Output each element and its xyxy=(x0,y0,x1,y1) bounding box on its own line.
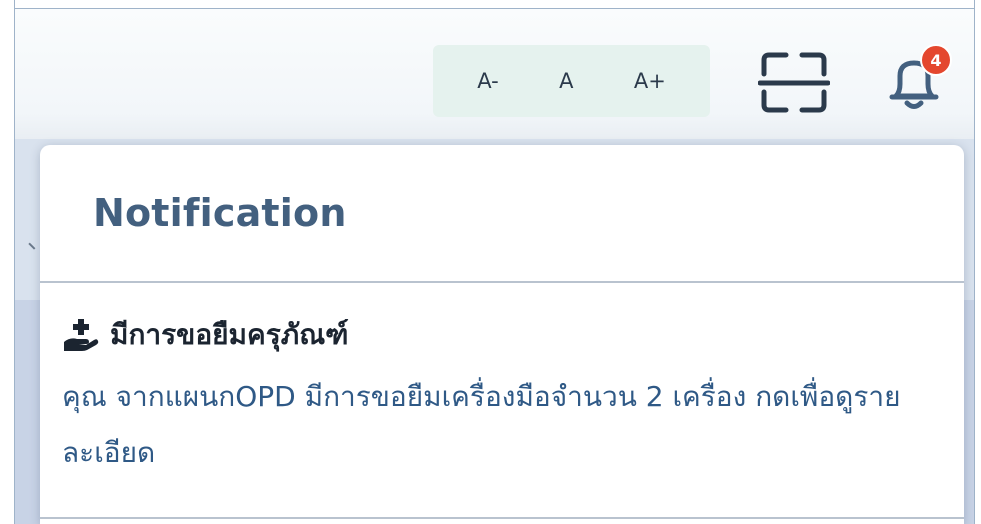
font-decrease-button[interactable]: A- xyxy=(469,65,506,97)
notification-count-badge: 4 xyxy=(920,44,952,76)
frame-border-top xyxy=(14,8,975,9)
font-reset-button[interactable]: A xyxy=(551,65,581,97)
frame-border-right xyxy=(974,0,975,524)
notification-panel: Notification มีการขอยืมครุภัณฑ์ คุณ จากแ… xyxy=(40,145,964,524)
notification-panel-header: Notification xyxy=(40,145,964,283)
notification-item-body: คุณ จากแผนกOPD มีการขอยืมเครื่องมือจำนวน… xyxy=(62,380,901,469)
font-size-controls: A- A A+ xyxy=(433,45,710,117)
notification-panel-title: Notification xyxy=(93,191,347,235)
hand-holding-medical-icon xyxy=(64,319,99,351)
scan-frame-icon[interactable] xyxy=(757,50,831,114)
notification-item-title: มีการขอยืมครุภัณฑ์ xyxy=(110,318,349,351)
notification-bell-button[interactable]: 4 xyxy=(882,44,960,118)
app-screen: A- A A+ 4 Notification มีการขอยืมครุภัณฑ… xyxy=(0,0,981,524)
font-increase-button[interactable]: A+ xyxy=(626,65,674,97)
frame-border-left xyxy=(14,0,15,524)
notification-item-header: มีการขอยืมครุภัณฑ์ xyxy=(62,313,942,357)
notification-item[interactable]: มีการขอยืมครุภัณฑ์ คุณ จากแผนกOPD มีการข… xyxy=(40,283,964,519)
